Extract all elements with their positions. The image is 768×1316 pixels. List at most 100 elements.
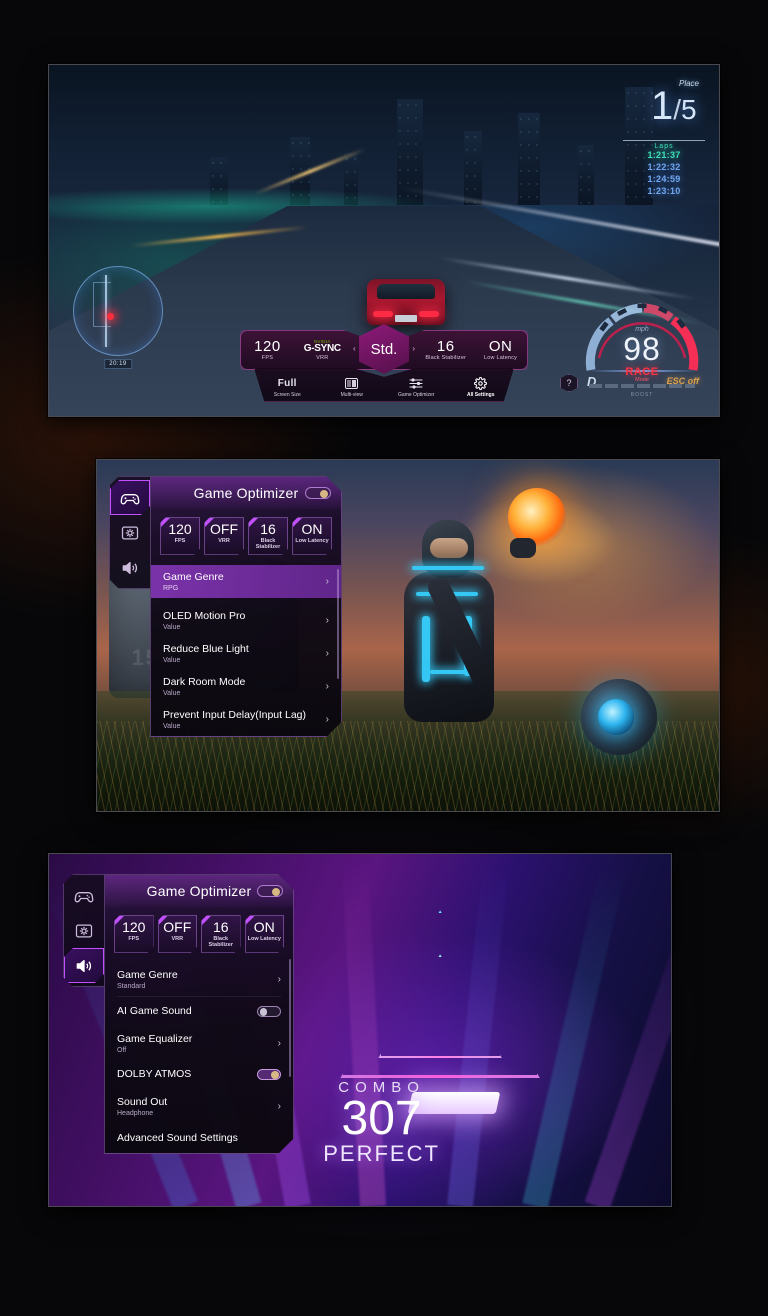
menu-item-label: Advanced Sound Settings <box>117 1131 238 1144</box>
action-multi-view[interactable]: Multi-view <box>320 377 385 398</box>
sidebar-item-picture[interactable] <box>64 913 104 948</box>
car-license-plate <box>395 315 418 323</box>
chip-label: FPS <box>128 935 140 942</box>
chip-label: Black Stabilizer <box>208 935 233 948</box>
toggle-knob <box>272 888 280 896</box>
chip-black-stabilizer[interactable]: 16 Black Stabilizer <box>201 915 241 953</box>
sidebar-item-game[interactable] <box>64 878 104 913</box>
list-item[interactable]: Prevent Input Delay(Input Lag) Value › <box>151 703 341 736</box>
osd-stat-chips: 120 FPS OFF VRR 16 Black Stabilizer ON L… <box>151 509 341 565</box>
chip-label: FPS <box>174 537 186 544</box>
menu-item-label: Sound Out <box>117 1095 168 1108</box>
place-label: Place <box>678 79 699 88</box>
menu-item-label: Game Equalizer <box>117 1032 193 1045</box>
lap-time: 1:22:32 <box>647 161 681 172</box>
menu-item-label: Game Genre <box>117 968 178 981</box>
chip-fps[interactable]: 120 FPS <box>160 517 200 555</box>
osd-card: Game Optimizer 120 FPS OFF VRR 16 Black … <box>150 476 342 737</box>
chip-vrr[interactable]: OFF VRR <box>204 517 244 555</box>
list-item[interactable]: Reduce Blue Light Value › <box>151 637 341 670</box>
stat-fps[interactable]: 120 FPS <box>240 338 295 361</box>
menu-item-label: OLED Motion Pro <box>163 609 246 622</box>
action-label: All Settings <box>466 392 495 398</box>
menu-item-value: Standard <box>117 982 146 990</box>
lap-time: 1:23:10 <box>647 185 681 196</box>
minimap-track-line <box>105 275 108 347</box>
list-item[interactable]: Game Equalizer Off › <box>105 1027 293 1060</box>
multi-view-icon <box>320 377 385 390</box>
sidebar-item-picture[interactable] <box>110 515 150 550</box>
list-item[interactable]: Game Genre Standard › <box>105 963 293 996</box>
speed-value: 98 <box>623 331 661 367</box>
menu-item-label: DOLBY ATMOS <box>117 1068 192 1081</box>
stat-value: 16 <box>436 337 455 355</box>
ai-game-sound-toggle[interactable] <box>257 1006 281 1017</box>
stat-black-stabilizer[interactable]: 16 Black Stabilizer <box>418 337 473 361</box>
action-screen-size[interactable]: Full Screen Size <box>255 377 320 398</box>
stat-value: G-SYNC <box>303 342 341 354</box>
mode-prev-arrow[interactable]: ‹ <box>353 344 356 353</box>
action-label: Game Optimizer <box>398 392 435 398</box>
list-item[interactable]: Game Genre RPG › <box>151 565 341 598</box>
place-indicator: Place 1/5 <box>651 79 699 126</box>
stat-vrr[interactable]: NVIDIA G-SYNC VRR <box>295 339 350 362</box>
game-optimizer-toggle[interactable] <box>305 487 331 499</box>
chip-label: Black Stabilizer <box>255 537 281 550</box>
chip-black-stabilizer[interactable]: 16 Black Stabilizer <box>248 517 288 555</box>
stat-label: Low Latency <box>484 355 518 362</box>
drive-mode: RACE Mode <box>625 366 658 383</box>
chip-low-latency[interactable]: ON Low Latency <box>292 517 332 555</box>
chevron-right-icon: › <box>277 973 281 985</box>
chip-value: OFF <box>210 521 238 537</box>
chip-low-latency[interactable]: ON Low Latency <box>245 915 285 953</box>
combo-display: COMBO 307 PERFECT <box>292 1079 472 1168</box>
scrollbar[interactable] <box>289 959 291 1077</box>
game-optimizer-toggle[interactable] <box>257 885 283 897</box>
action-label: Screen Size <box>273 392 301 398</box>
chevron-right-icon: › <box>325 714 329 726</box>
minimap: 20:19 <box>73 266 163 369</box>
gamepad-icon <box>74 886 94 906</box>
osd-header: Game Optimizer <box>151 477 341 509</box>
game-bar[interactable]: 120 FPS NVIDIA G-SYNC VRR 16 Black Stabi… <box>240 324 578 402</box>
osd-tab-rail <box>109 476 151 589</box>
scrollbar[interactable] <box>337 569 339 679</box>
mode-next-arrow[interactable]: › <box>412 344 415 353</box>
chip-value: OFF <box>163 919 192 935</box>
list-item[interactable]: AI Game Sound <box>105 997 293 1027</box>
action-all-settings[interactable]: All Settings <box>449 377 514 398</box>
minimap-ring <box>73 266 163 356</box>
dolby-atmos-toggle[interactable] <box>257 1069 281 1080</box>
lap-times-list: Laps 1:21:37 1:22:32 1:24:59 1:23:10 <box>623 140 705 198</box>
racing-game-panel: 20:19 Place 1/5 Laps 1:21:37 1:22:32 1:2… <box>48 64 720 417</box>
drone-eye <box>597 698 634 735</box>
action-game-optimizer[interactable]: Game Optimizer <box>384 377 449 398</box>
action-label: Multi-view <box>340 392 363 398</box>
car-window <box>377 283 436 300</box>
list-item[interactable]: Advanced Sound Settings <box>105 1123 293 1153</box>
sidebar-item-sound[interactable] <box>110 550 150 585</box>
chip-value: 16 <box>260 521 276 537</box>
chip-fps[interactable]: 120 FPS <box>114 915 154 953</box>
chip-label: Low Latency <box>247 935 281 942</box>
list-item[interactable]: Dark Room Mode Value › <box>151 670 341 703</box>
list-item[interactable]: OLED Motion Pro Value › <box>151 604 341 637</box>
sidebar-item-game[interactable] <box>110 480 150 515</box>
gamepad-icon <box>120 488 140 508</box>
chip-value: ON <box>301 521 323 537</box>
stat-low-latency[interactable]: ON Low Latency <box>473 338 528 362</box>
car-taillight-left <box>373 311 394 318</box>
chip-value: ON <box>253 919 275 935</box>
car-taillight-right <box>419 311 440 318</box>
list-item[interactable]: Sound Out Headphone › <box>105 1090 293 1123</box>
chip-vrr[interactable]: OFF VRR <box>158 915 198 953</box>
menu-item-value: Headphone <box>117 1110 154 1118</box>
sliders-icon <box>384 377 449 390</box>
menu-item-label: Reduce Blue Light <box>163 642 249 655</box>
chip-value: 16 <box>212 919 229 935</box>
judgement-text: PERFECT <box>323 1141 440 1167</box>
sidebar-item-sound[interactable] <box>64 948 104 983</box>
rhythm-game-panel: COMBO 307 PERFECT Game Optimizer 120 FPS… <box>48 853 672 1207</box>
neon-stripe <box>430 669 469 674</box>
list-item[interactable]: DOLBY ATMOS <box>105 1060 293 1090</box>
